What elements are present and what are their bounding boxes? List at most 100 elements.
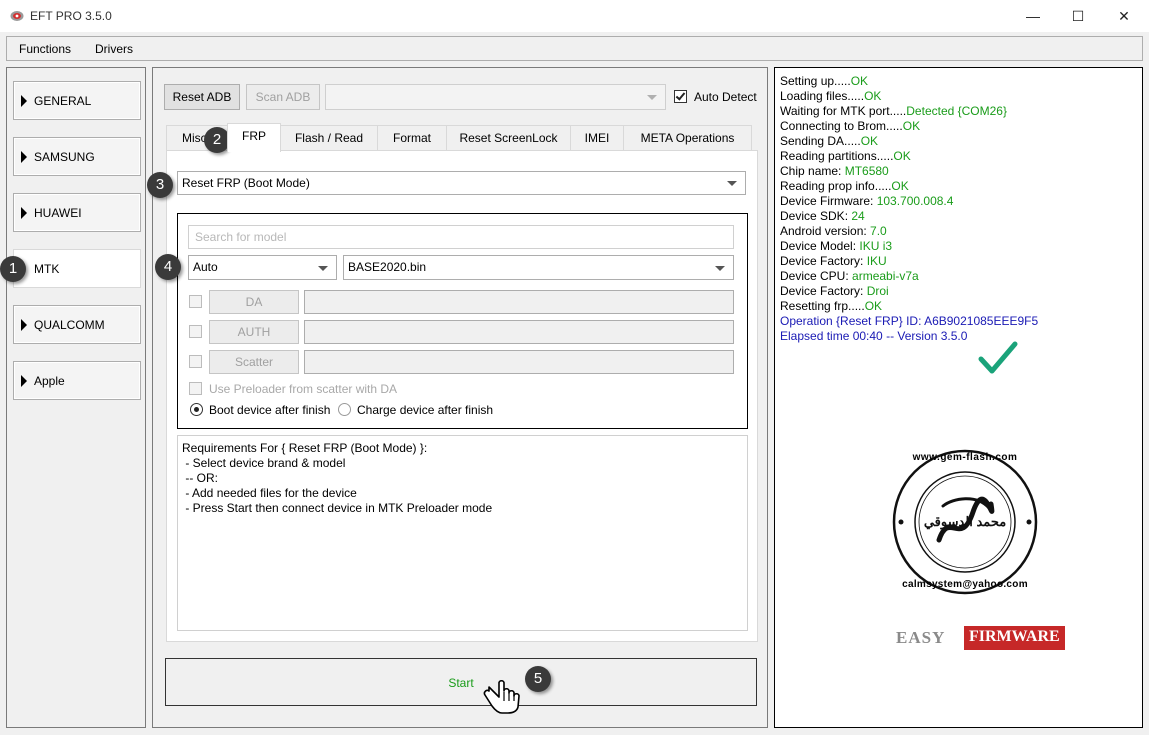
da-button[interactable]: DA (209, 290, 299, 314)
log-line: Device SDK: 24 (780, 209, 865, 223)
app-logo-icon (10, 11, 24, 21)
tab-frp[interactable]: FRP (227, 123, 281, 152)
firmware-file-select[interactable]: BASE2020.bin (343, 255, 734, 280)
menu-functions[interactable]: Functions (19, 42, 71, 56)
seal-top-text: www.gem-flash.com (912, 452, 1018, 463)
search-model-field[interactable] (195, 226, 733, 248)
requirements-line: -- OR: (182, 471, 218, 485)
log-line: Sending DA.....OK (780, 134, 879, 148)
log-line: Device Factory: IKU (780, 254, 887, 268)
log-line: Setting up.....OK (780, 74, 869, 88)
scatter-button[interactable]: Scatter (209, 350, 299, 374)
scatter-path-field[interactable] (304, 350, 734, 374)
mode-select[interactable]: Auto (188, 255, 337, 280)
expand-arrow-icon (21, 95, 27, 107)
expand-arrow-icon (21, 151, 27, 163)
log-line: Waiting for MTK port.....Detected {COM26… (780, 104, 1007, 118)
success-check-icon (978, 341, 1018, 374)
brand-button-qualcomm[interactable]: QUALCOMM (13, 305, 141, 344)
easy-firmware-logo: EASY FIRMWARE (896, 626, 1065, 650)
seal-bottom-text: calmsystem@yahoo.com (902, 579, 1028, 590)
step-1-marker: 1 (0, 256, 26, 282)
step-3-marker: 3 (147, 172, 173, 198)
scan-adb-button[interactable]: Scan ADB (246, 84, 320, 110)
logo-firmware-text: FIRMWARE (964, 626, 1065, 650)
auth-path-field[interactable] (304, 320, 734, 344)
tab-reset-screenlock[interactable]: Reset ScreenLock (446, 125, 571, 151)
title-bar: EFT PRO 3.5.0 — ☐ ✕ (0, 0, 1149, 32)
scatter-checkbox[interactable] (189, 355, 202, 368)
window-title: EFT PRO 3.5.0 (30, 9, 112, 23)
minimize-button[interactable]: — (1013, 4, 1053, 28)
expand-arrow-icon (21, 375, 27, 387)
chevron-down-icon (647, 95, 657, 100)
logo-easy-text: EASY (896, 628, 946, 647)
requirements-line: - Press Start then connect device in MTK… (182, 501, 493, 515)
tab-meta-operations[interactable]: META Operations (623, 125, 752, 151)
log-line: Chip name: MT6580 (780, 164, 889, 178)
requirements-text: Requirements For { Reset FRP (Boot Mode)… (177, 435, 748, 631)
brand-button-huawei[interactable]: HUAWEI (13, 193, 141, 232)
hand-pointer-icon (483, 679, 520, 714)
tab-imei[interactable]: IMEI (570, 125, 624, 151)
da-path-field[interactable] (304, 290, 734, 314)
tab-flash-read[interactable]: Flash / Read (280, 125, 378, 151)
preloader-checkbox[interactable] (189, 382, 202, 395)
requirements-line: Requirements For { Reset FRP (Boot Mode)… (182, 441, 428, 455)
adb-port-select[interactable] (325, 84, 666, 110)
log-line: Loading files.....OK (780, 89, 882, 103)
boot-after-finish-label: Boot device after finish (209, 403, 331, 417)
start-button[interactable]: Start (165, 658, 757, 706)
start-label: Start (448, 676, 474, 690)
brand-button-samsung[interactable]: SAMSUNG (13, 137, 141, 176)
auth-checkbox[interactable] (189, 325, 202, 338)
auto-detect-label: Auto Detect (694, 90, 757, 104)
log-line: Device Factory: Droi (780, 284, 889, 298)
step-5-marker: 5 (525, 666, 551, 692)
auth-button[interactable]: AUTH (209, 320, 299, 344)
watermark-seal: www.gem-flash.com محمد الدسوقي calmsyste… (891, 448, 1039, 596)
expand-arrow-icon (21, 319, 27, 331)
chevron-down-icon (715, 265, 725, 271)
seal-center-script: محمد الدسوقي (923, 514, 1007, 529)
log-line: Android version: 7.0 (780, 224, 887, 238)
firmware-file-value: BASE2020.bin (348, 260, 427, 274)
log-line: Reading prop info.....OK (780, 179, 909, 193)
brand-label: GENERAL (34, 94, 92, 108)
log-line: Reading partitions.....OK (780, 149, 911, 163)
tab-strip: Misc FRP Flash / Read Format Reset Scree… (166, 123, 760, 152)
close-button[interactable]: ✕ (1104, 4, 1144, 28)
chevron-down-icon (727, 181, 737, 186)
step-4-marker: 4 (155, 254, 181, 280)
brand-button-apple[interactable]: Apple (13, 361, 141, 400)
log-operation-id: Operation {Reset FRP} ID: A6B9021085EEE9… (780, 314, 1039, 328)
log-line: Device CPU: armeabi-v7a (780, 269, 919, 283)
radio-selected-dot (194, 407, 199, 412)
menu-drivers[interactable]: Drivers (95, 42, 133, 56)
mode-value: Auto (193, 260, 218, 274)
frp-operation-select[interactable]: Reset FRP (Boot Mode) (177, 171, 746, 195)
auto-detect-checkbox[interactable] (674, 90, 687, 103)
log-elapsed-time: Elapsed time 00:40 -- Version 3.5.0 (780, 329, 968, 343)
checkmark-icon (675, 90, 686, 101)
maximize-button[interactable]: ☐ (1058, 4, 1098, 28)
brand-label: Apple (34, 374, 65, 388)
tab-format[interactable]: Format (377, 125, 447, 151)
da-checkbox[interactable] (189, 295, 202, 308)
brand-label: SAMSUNG (34, 150, 95, 164)
operations-panel: Reset ADB Scan ADB Auto Detect Misc FRP … (152, 67, 768, 728)
menu-bar: Functions Drivers (6, 36, 1143, 61)
requirements-line: - Add needed files for the device (182, 486, 357, 500)
requirements-line: - Select device brand & model (182, 456, 346, 470)
reset-adb-button[interactable]: Reset ADB (164, 84, 240, 110)
charge-after-finish-label: Charge device after finish (357, 403, 494, 417)
log-panel: Setting up.....OK Loading files.....OK W… (774, 67, 1143, 728)
brand-button-mtk[interactable]: MTK (13, 249, 141, 288)
charge-after-finish-radio[interactable] (338, 403, 351, 416)
options-group: Auto BASE2020.bin DA AUTH Scatter Use Pr… (177, 213, 748, 429)
log-line: Device Firmware: 103.700.008.4 (780, 194, 954, 208)
log-line: Resetting frp.....OK (780, 299, 883, 313)
boot-after-finish-radio[interactable] (190, 403, 203, 416)
search-model-input[interactable] (188, 225, 734, 249)
brand-button-general[interactable]: GENERAL (13, 81, 141, 120)
